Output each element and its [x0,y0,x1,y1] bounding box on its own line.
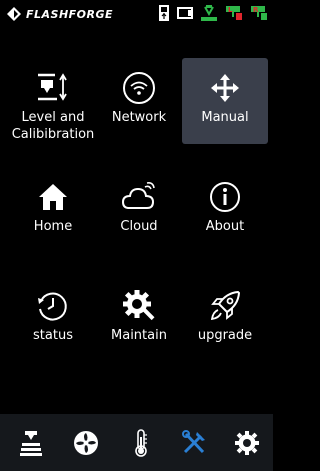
status-bar: FLASHFORGE L R [0,0,273,30]
printer-head-temp-icon [201,5,217,21]
menu-item-maintain[interactable]: Maintain [96,276,182,362]
wifi-icon [96,71,182,105]
usb-icon [159,5,169,21]
tab-settings[interactable] [233,429,261,457]
menu-item-cloud[interactable]: Cloud [96,167,182,253]
menu-item-label: status [33,328,73,343]
menu-item-manual[interactable]: Manual [182,58,268,144]
settings-gear-icon [235,431,259,455]
menu-item-label: Level and Calibibration [11,110,95,142]
menu-item-status[interactable]: status [10,276,96,362]
move-arrows-icon [182,71,268,105]
level-calibration-icon [10,71,96,105]
brand-name: FLASHFORGE [26,7,114,21]
nozzle-right-temp-icon: R [251,6,267,20]
menu-item-home[interactable]: Home [10,167,96,253]
house-icon [10,180,96,214]
clock-icon [10,289,96,323]
menu-item-label: About [205,219,245,234]
tab-print-job[interactable] [17,429,45,457]
flashforge-logo-icon [7,7,21,21]
menu-item-label: Cloud [120,219,158,234]
maintain-gear-icon [96,289,182,323]
menu-item-label: Maintain [111,328,167,343]
menu-item-upgrade[interactable]: upgrade [182,276,268,362]
svg-text:R: R [253,6,259,14]
tools-icon [182,430,205,454]
thermometer-icon [135,429,147,457]
cloud-icon [96,180,182,214]
camera-icon [177,7,193,19]
menu-item-level-calibration[interactable]: Level and Calibibration [10,58,96,144]
svg-text:L: L [228,6,233,14]
menu-item-label: Network [111,110,167,125]
bottom-tab-bar [0,414,273,471]
fan-icon [74,431,98,455]
brand: FLASHFORGE [7,7,113,21]
menu-item-label: Manual [201,110,249,125]
info-icon [182,180,268,214]
tab-fan[interactable] [72,429,100,457]
status-icons: L R [157,4,269,22]
menu-item-label: Home [33,219,73,234]
tab-temperature[interactable] [127,429,155,457]
print-job-icon [20,431,42,456]
menu-item-about[interactable]: About [182,167,268,253]
menu-item-label: upgrade [197,328,253,343]
nozzle-left-temp-icon: L [226,6,242,20]
menu-item-network[interactable]: Network [96,58,182,144]
rocket-icon [182,289,268,323]
tab-tools[interactable] [180,429,208,457]
